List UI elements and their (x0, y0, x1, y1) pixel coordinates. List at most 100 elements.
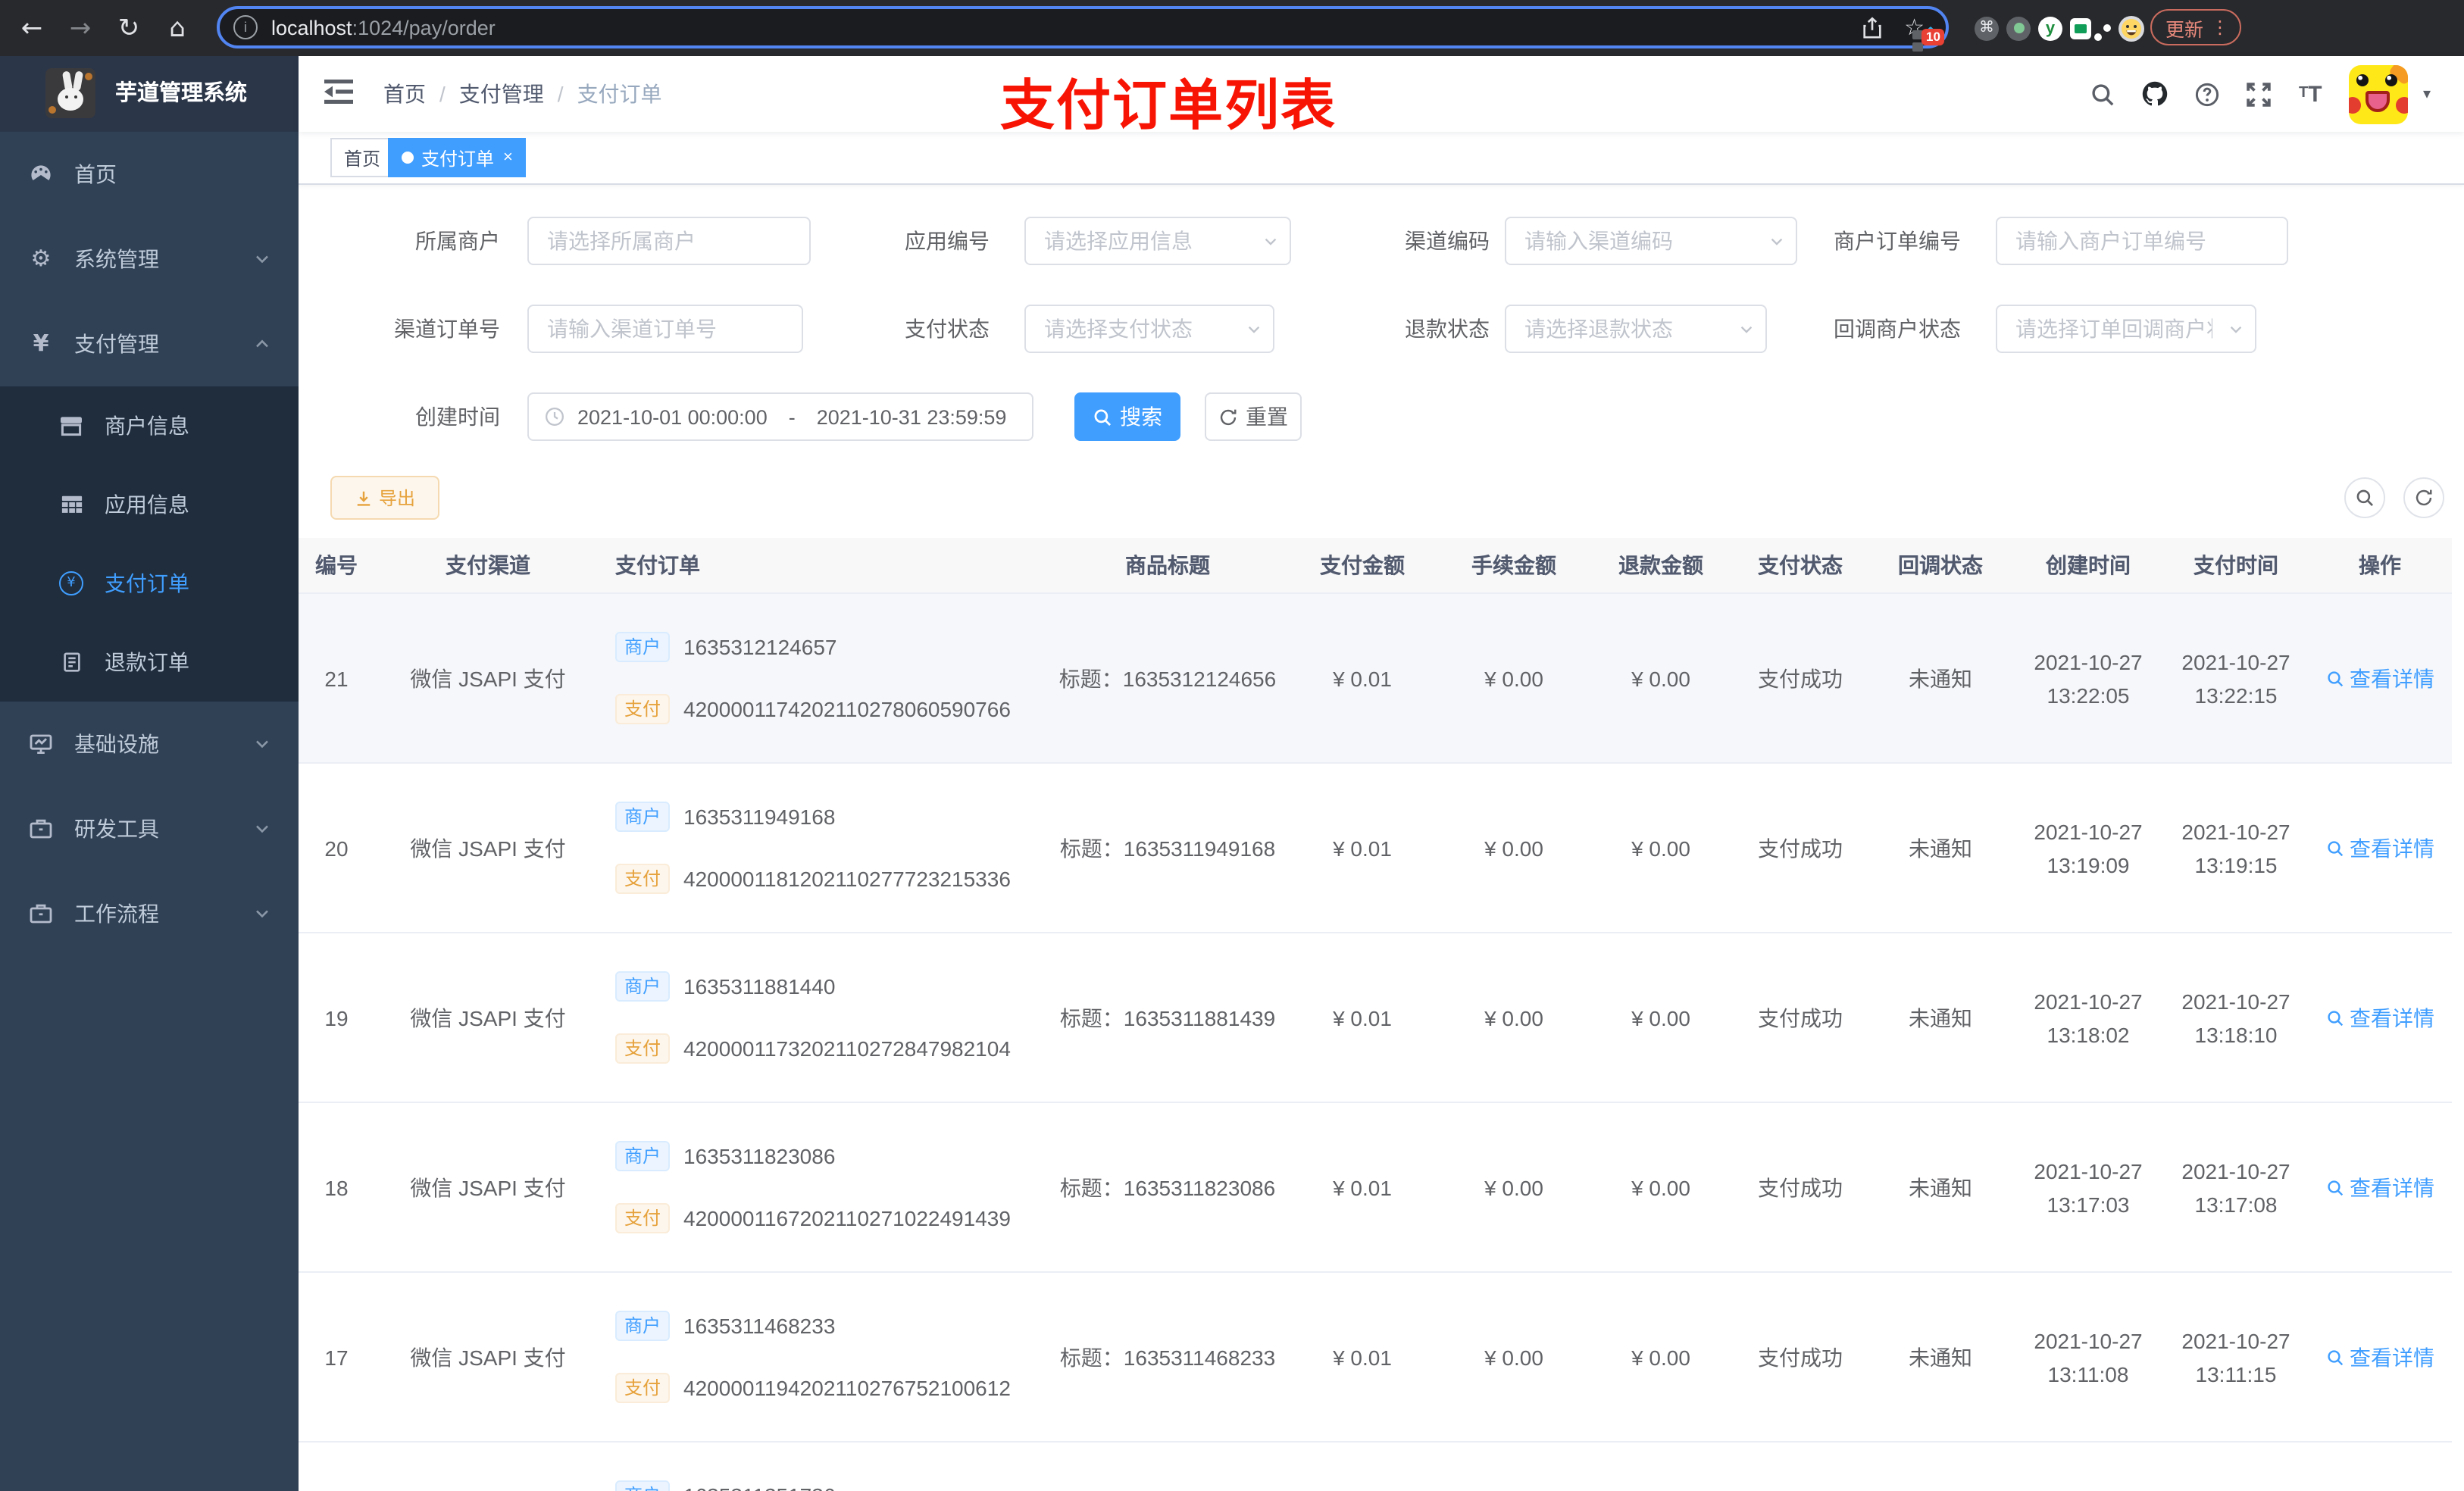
column-header: 支付时间 (2194, 553, 2278, 577)
tab-home[interactable]: 首页 (330, 138, 395, 177)
view-detail-link[interactable]: 查看详情 (2325, 1342, 2434, 1372)
breadcrumb-current: 支付订单 (577, 82, 662, 106)
app-no-select[interactable]: 请选择应用信息 (1024, 217, 1291, 265)
table-header-row: 编号 支付渠道 支付订单 商品标题 支付金额 手续金额 退款金额 支付状态 回调… (299, 538, 2452, 594)
browser-forward-icon[interactable]: → (61, 0, 100, 56)
merchant-order-no-input[interactable] (1996, 217, 2288, 265)
extension-y-icon[interactable]: y (2038, 16, 2062, 40)
sidebar-item-home[interactable]: 首页 (0, 132, 299, 217)
main-content: 所属商户 应用编号 请选择应用信息 渠道编码 请输入渠道编码 商户订单编号 渠道… (299, 185, 2464, 1491)
chevron-down-icon (253, 820, 271, 838)
extension-emoji-icon[interactable] (2118, 15, 2144, 41)
extension-recorder-icon[interactable] (2006, 16, 2031, 40)
share-icon[interactable] (1860, 16, 1883, 39)
column-header: 退款金额 (1618, 553, 1703, 577)
chevron-down-icon (1246, 320, 1262, 337)
chevron-up-icon (253, 335, 271, 353)
refund-status-select[interactable]: 请选择退款状态 (1505, 305, 1767, 353)
top-navbar: 首页 / 支付管理 / 支付订单 支付订单列表 TT ▾ (299, 56, 2464, 136)
view-detail-link[interactable]: 查看详情 (2325, 663, 2434, 693)
github-icon[interactable] (2141, 56, 2169, 132)
font-size-icon[interactable]: TT (2299, 56, 2322, 132)
app-logo[interactable]: 芋道管理系统 (0, 56, 299, 132)
column-header: 支付状态 (1758, 553, 1843, 577)
red-annotation: 支付订单列表 (1000, 74, 1337, 136)
reset-button[interactable]: 重置 (1205, 392, 1302, 441)
browser-home-icon[interactable]: ⌂ (158, 0, 197, 56)
extension-command-icon[interactable]: ⌘ (1975, 16, 1999, 40)
channel-order-no-input[interactable] (527, 305, 803, 353)
yen-circle-icon: ¥ (58, 571, 85, 595)
store-icon (58, 414, 85, 438)
create-time-filter-label: 创建时间 (415, 405, 500, 429)
sidebar-item-app-info[interactable]: 应用信息 (0, 465, 299, 544)
url-text: localhost:1024/pay/order (271, 16, 496, 39)
app-no-filter-label: 应用编号 (905, 229, 990, 253)
channel-code-filter-label: 渠道编码 (1405, 229, 1490, 253)
site-info-icon[interactable]: i (233, 15, 258, 39)
view-detail-link[interactable]: 查看详情 (2325, 1172, 2434, 1202)
table-row: 18 微信 JSAPI 支付 商户 1635311823086 支付 4200001… (299, 1103, 2452, 1273)
extension-chat-icon[interactable] (2070, 17, 2091, 39)
breadcrumb-home[interactable]: 首页 (383, 79, 426, 109)
breadcrumb-payment[interactable]: 支付管理 (459, 79, 544, 109)
export-button[interactable]: 导出 (330, 476, 439, 520)
tab-pay-order[interactable]: 支付订单 × (388, 138, 527, 177)
view-detail-link[interactable]: 查看详情 (2325, 833, 2434, 863)
search-icon[interactable] (2090, 56, 2115, 132)
merchant-filter-input[interactable] (527, 217, 811, 265)
extension-badge: 10 (1921, 29, 1945, 46)
sidebar-toggle-icon[interactable] (324, 79, 353, 105)
chevron-down-icon (2228, 320, 2244, 337)
dashboard-icon (27, 162, 55, 186)
merchant-tag: 商户 (615, 971, 671, 1002)
column-header: 支付金额 (1320, 553, 1405, 577)
rabbit-logo-icon (45, 68, 95, 118)
update-button[interactable]: 更新 ⋮ (2150, 9, 2242, 45)
merchant-tag: 商户 (615, 1480, 671, 1491)
document-icon (58, 651, 85, 674)
fullscreen-icon[interactable] (2246, 56, 2272, 132)
sidebar-item-dev-tools[interactable]: 研发工具 (0, 786, 299, 871)
merchant-tag: 商户 (615, 632, 671, 662)
sidebar-item-payment[interactable]: ¥ 支付管理 (0, 302, 299, 386)
close-icon[interactable]: × (503, 148, 513, 166)
sidebar-item-pay-order[interactable]: ¥ 支付订单 (0, 544, 299, 623)
table-refresh-icon[interactable] (2403, 477, 2444, 518)
sidebar-item-workflow[interactable]: 工作流程 (0, 871, 299, 956)
active-tab-dot (402, 152, 414, 164)
sidebar-item-system[interactable]: ⚙ 系统管理 (0, 217, 299, 302)
notify-status-filter-label: 回调商户状态 (1834, 317, 1961, 341)
merchant-tag: 商户 (615, 1141, 671, 1171)
chevron-down-icon (253, 905, 271, 923)
chevron-down-icon (1768, 233, 1785, 249)
browser-toolbar: ← → ↻ ⌂ i localhost:1024/pay/order ☆ 10 … (0, 0, 2464, 56)
pay-status-select[interactable]: 请选择支付状态 (1024, 305, 1274, 353)
avatar[interactable] (2349, 65, 2408, 124)
browser-back-icon[interactable]: ← (12, 0, 52, 56)
search-button[interactable]: 搜索 (1074, 392, 1180, 441)
app-title: 芋道管理系统 (115, 82, 247, 106)
table-row: 17 微信 JSAPI 支付 商户 1635311468233 支付 4200001… (299, 1273, 2452, 1443)
sidebar-item-infrastructure[interactable]: 基础设施 (0, 702, 299, 786)
help-icon[interactable] (2194, 56, 2220, 132)
briefcase-icon (27, 902, 55, 926)
view-detail-link[interactable]: 查看详情 (2325, 1002, 2434, 1033)
channel-code-select[interactable]: 请输入渠道编码 (1505, 217, 1797, 265)
table-search-icon[interactable] (2344, 477, 2385, 518)
merchant-tag: 商户 (615, 1311, 671, 1341)
address-bar[interactable]: i localhost:1024/pay/order ☆ (217, 6, 1949, 48)
sidebar-item-merchant-info[interactable]: 商户信息 (0, 386, 299, 465)
pay-tag: 支付 (615, 864, 671, 894)
pay-tag: 支付 (615, 1033, 671, 1064)
column-header: 商品标题 (1125, 553, 1210, 577)
notify-status-select[interactable]: 请选择订单回调商户状态 (1996, 305, 2256, 353)
create-time-range-picker[interactable]: 2021-10-01 00:00:00 - 2021-10-31 23:59:5… (527, 392, 1033, 441)
column-header: 支付渠道 (446, 553, 530, 577)
avatar-caret-icon[interactable]: ▾ (2423, 56, 2431, 132)
pay-tag: 支付 (615, 1373, 671, 1403)
sidebar-item-refund-order[interactable]: 退款订单 (0, 623, 299, 702)
browser-reload-icon[interactable]: ↻ (109, 0, 149, 56)
browser-menu-icon[interactable]: ⋮ (2211, 17, 2229, 38)
tags-view-bar: 首页 支付订单 × (299, 132, 2464, 185)
